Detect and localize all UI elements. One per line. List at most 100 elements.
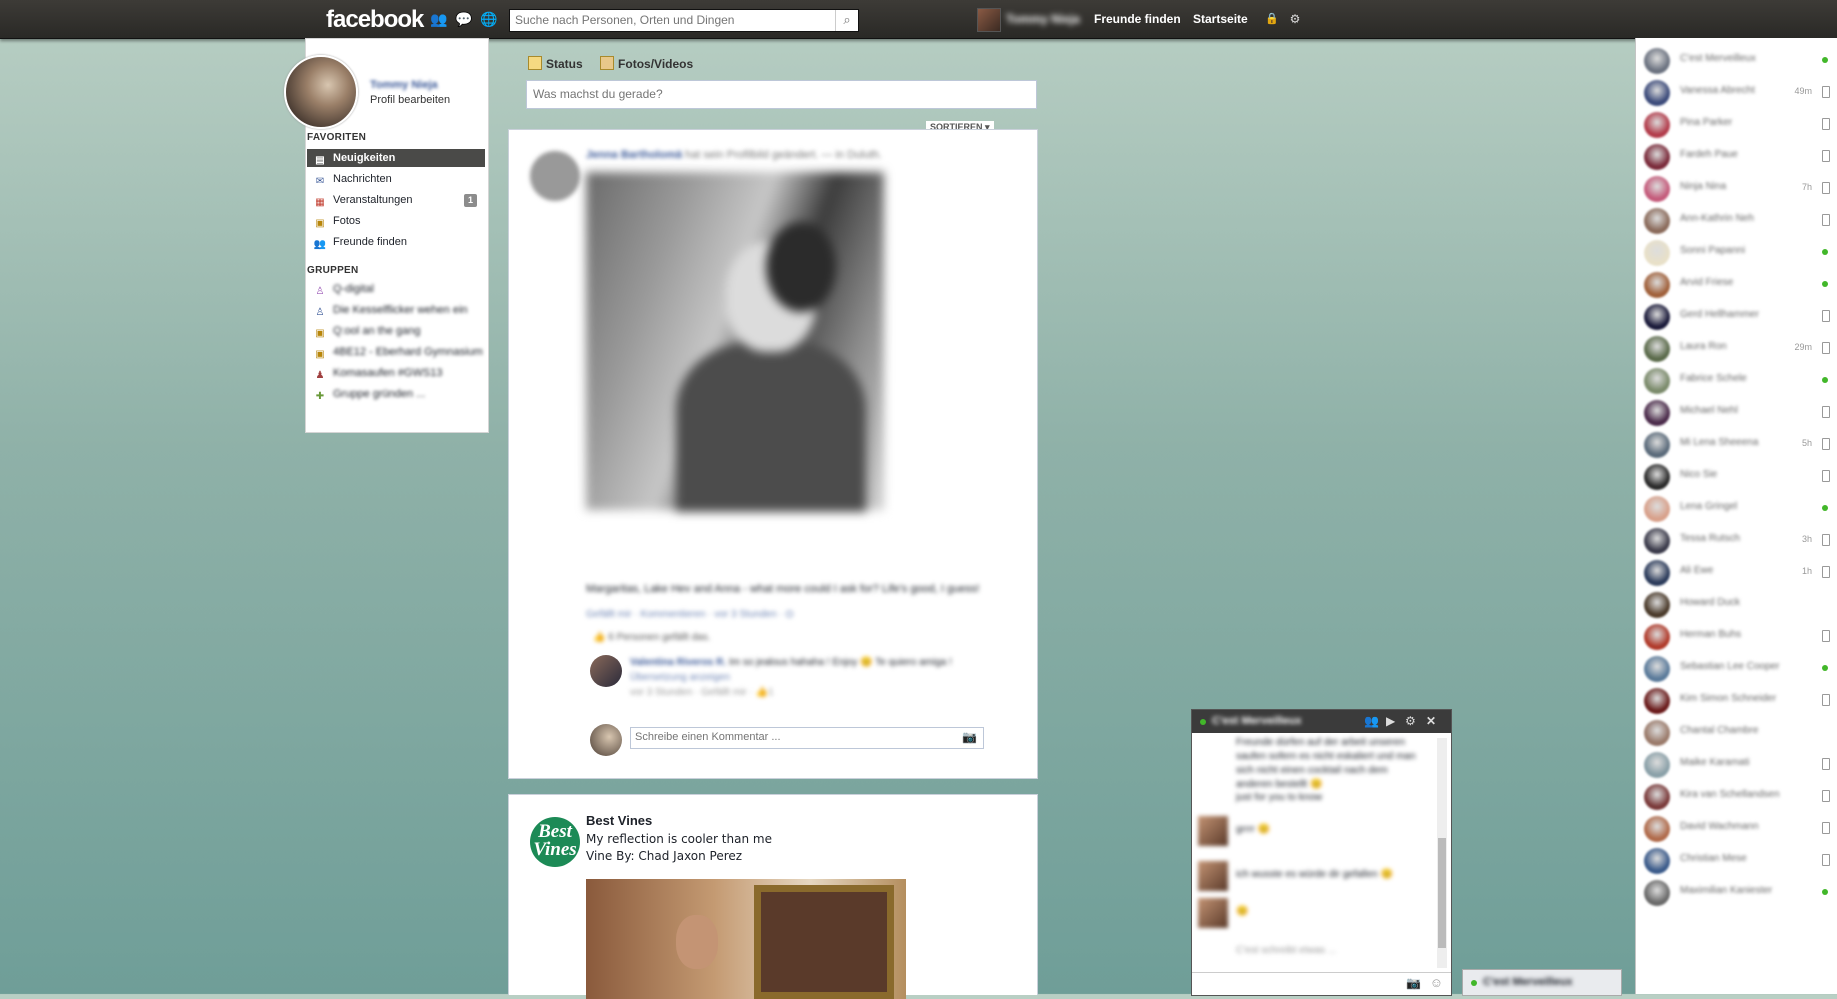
group-item[interactable]: ▣ 4BE12 - Eberhard Gymnasium: [307, 343, 485, 361]
vine-video[interactable]: [586, 879, 906, 999]
events-icon: ▦: [315, 197, 325, 208]
chat-tab-title: C'est Merveilleux: [1483, 976, 1573, 988]
search-icon[interactable]: ⌕: [835, 10, 858, 31]
friend-item[interactable]: Maike Karamati: [1642, 750, 1832, 778]
friend-item[interactable]: Ann-Kathrin Neh: [1642, 206, 1832, 234]
friend-item[interactable]: Howard Duck: [1642, 590, 1832, 618]
group-item[interactable]: ♟ Komasaufen #GWS13: [307, 364, 485, 382]
friend-item[interactable]: Ali Ewe 1h: [1642, 558, 1832, 586]
friend-item[interactable]: Gerd Hellhammer: [1642, 302, 1832, 330]
friend-item[interactable]: Herman Buhs: [1642, 622, 1832, 650]
translate-link[interactable]: Übersetzung anzeigen: [630, 672, 730, 683]
friend-item[interactable]: Michael Nehl: [1642, 398, 1832, 426]
chat-input-area[interactable]: 📷 ☺: [1192, 972, 1451, 995]
group-item[interactable]: ♙ Die Kesselflicker wehen ein: [307, 301, 485, 319]
friend-item[interactable]: Sonni Papanni: [1642, 238, 1832, 266]
friend-item[interactable]: Maximilian Kaniester: [1642, 878, 1832, 906]
friend-item[interactable]: Fardeh Paue: [1642, 142, 1832, 170]
friend-item[interactable]: Nico Sie: [1642, 462, 1832, 490]
post-photo[interactable]: [586, 172, 884, 512]
group-label: Komasaufen #GWS13: [333, 367, 443, 379]
friend-item[interactable]: Ninja Nina 7h: [1642, 174, 1832, 202]
friend-name: Arvid Friese: [1680, 277, 1734, 288]
facebook-logo[interactable]: facebook: [326, 6, 424, 34]
author-name[interactable]: Jenna Bartholomä: [586, 149, 682, 161]
edit-profile-link[interactable]: Profil bearbeiten: [370, 94, 450, 106]
online-indicator: [1471, 980, 1477, 986]
chat-message: grrrr 😊: [1236, 824, 1271, 835]
comment-box: 📷: [630, 727, 984, 749]
tab-label: Status: [546, 57, 583, 71]
friend-item[interactable]: Arvid Friese: [1642, 270, 1832, 298]
status-input[interactable]: [527, 81, 1029, 106]
group-icon: ▣: [315, 349, 325, 360]
chat-tab[interactable]: C'est Merveilleux: [1462, 969, 1622, 996]
friend-item[interactable]: Kira van Schellandsen: [1642, 782, 1832, 810]
profile-name[interactable]: Tommy Nieja: [370, 79, 438, 91]
chat-sender-avatar: [1198, 861, 1228, 891]
chat-settings-gear-icon[interactable]: ⚙: [1405, 714, 1416, 728]
comment-input[interactable]: [631, 728, 959, 746]
chat-title[interactable]: C'est Merveilleux: [1212, 715, 1301, 727]
friend-item[interactable]: Mi Lena Sheeena 5h: [1642, 430, 1832, 458]
friend-item[interactable]: Chantal Chambre: [1642, 718, 1832, 746]
group-item[interactable]: ▣ Q:ool an the gang: [307, 322, 485, 340]
friend-name: Mi Lena Sheeena: [1680, 437, 1759, 448]
mobile-icon: [1822, 150, 1830, 162]
nav-photos[interactable]: ▣ Fotos: [307, 212, 485, 230]
emoji-icon[interactable]: ☺: [1430, 975, 1443, 990]
likes-summary[interactable]: 👍 6 Personen gefällt das.: [593, 632, 711, 643]
friend-item[interactable]: Lena Gringel: [1642, 494, 1832, 522]
friend-item[interactable]: Fabrice Schele: [1642, 366, 1832, 394]
search-input[interactable]: [510, 10, 830, 29]
friend-item[interactable]: Tessa Rutsch 3h: [1642, 526, 1832, 554]
friend-item[interactable]: Christian Mese: [1642, 846, 1832, 874]
find-friends-link[interactable]: Freunde finden: [1094, 12, 1181, 26]
video-call-icon[interactable]: ▶: [1386, 714, 1395, 728]
comment-author[interactable]: Valentina Riveros R.: [630, 657, 726, 668]
chat-header[interactable]: C'est Merveilleux 👥 ▶ ⚙ ✕: [1192, 710, 1451, 733]
post-actions[interactable]: Gefällt mir · Kommentieren · vor 3 Stund…: [586, 609, 794, 620]
nav-news-feed[interactable]: ▤ Neuigkeiten: [307, 149, 485, 167]
mobile-icon: [1822, 86, 1830, 98]
friend-name: Gerd Hellhammer: [1680, 309, 1759, 320]
tab-status[interactable]: Status: [528, 56, 583, 71]
friend-item[interactable]: Pina Parker: [1642, 110, 1832, 138]
tab-photos-videos[interactable]: Fotos/Videos: [600, 56, 693, 71]
friend-item[interactable]: Kim Simon Schneider: [1642, 686, 1832, 714]
profile-picture[interactable]: [284, 55, 358, 129]
privacy-shortcuts-icon[interactable]: 🔒: [1264, 11, 1280, 27]
friend-item[interactable]: Sebastian Lee Cooper: [1642, 654, 1832, 682]
photo-caption: Margaritas, Lake Hev and Anna - what mor…: [586, 583, 980, 595]
nav-events[interactable]: ▦ Veranstaltungen 1: [307, 191, 485, 209]
add-friends-icon[interactable]: 👥: [1364, 714, 1379, 728]
commenter-avatar[interactable]: [590, 655, 622, 687]
user-avatar[interactable]: [977, 8, 1001, 32]
camera-icon[interactable]: 📷: [962, 730, 977, 744]
page-name[interactable]: Best Vines: [586, 813, 652, 828]
close-icon[interactable]: ✕: [1426, 714, 1436, 728]
author-avatar[interactable]: [530, 151, 580, 201]
settings-gear-icon[interactable]: ⚙: [1287, 11, 1303, 27]
nav-messages[interactable]: ✉ Nachrichten: [307, 170, 485, 188]
messages-icon[interactable]: 💬: [455, 11, 472, 27]
user-name-link[interactable]: Tommy Nieja: [1006, 12, 1080, 26]
friend-item[interactable]: David Wachmann: [1642, 814, 1832, 842]
friend-avatar: [1644, 720, 1670, 746]
friend-item[interactable]: Laura Ron 29m: [1642, 334, 1832, 362]
camera-icon[interactable]: 📷: [1406, 976, 1421, 990]
mobile-icon: [1822, 758, 1830, 770]
group-item[interactable]: ♙ Q-digital: [307, 280, 485, 298]
chat-scrollbar[interactable]: [1437, 738, 1447, 968]
friend-item[interactable]: Vanessa Abrecht 49m: [1642, 78, 1832, 106]
notifications-globe-icon[interactable]: 🌐: [480, 11, 497, 27]
chat-message: just for you to know: [1236, 792, 1323, 803]
friend-name: Fabrice Schele: [1680, 373, 1747, 384]
nav-find-friends[interactable]: 👥 Freunde finden: [307, 233, 485, 251]
friend-requests-icon[interactable]: 👥: [430, 11, 447, 27]
create-group-item[interactable]: ✚ Gruppe gründen ...: [307, 385, 485, 403]
home-link[interactable]: Startseite: [1193, 12, 1248, 26]
friend-name: Christian Mese: [1680, 853, 1747, 864]
friend-item[interactable]: C'est Merveilleux: [1642, 46, 1832, 74]
page-avatar[interactable]: Best Vines: [530, 817, 580, 867]
